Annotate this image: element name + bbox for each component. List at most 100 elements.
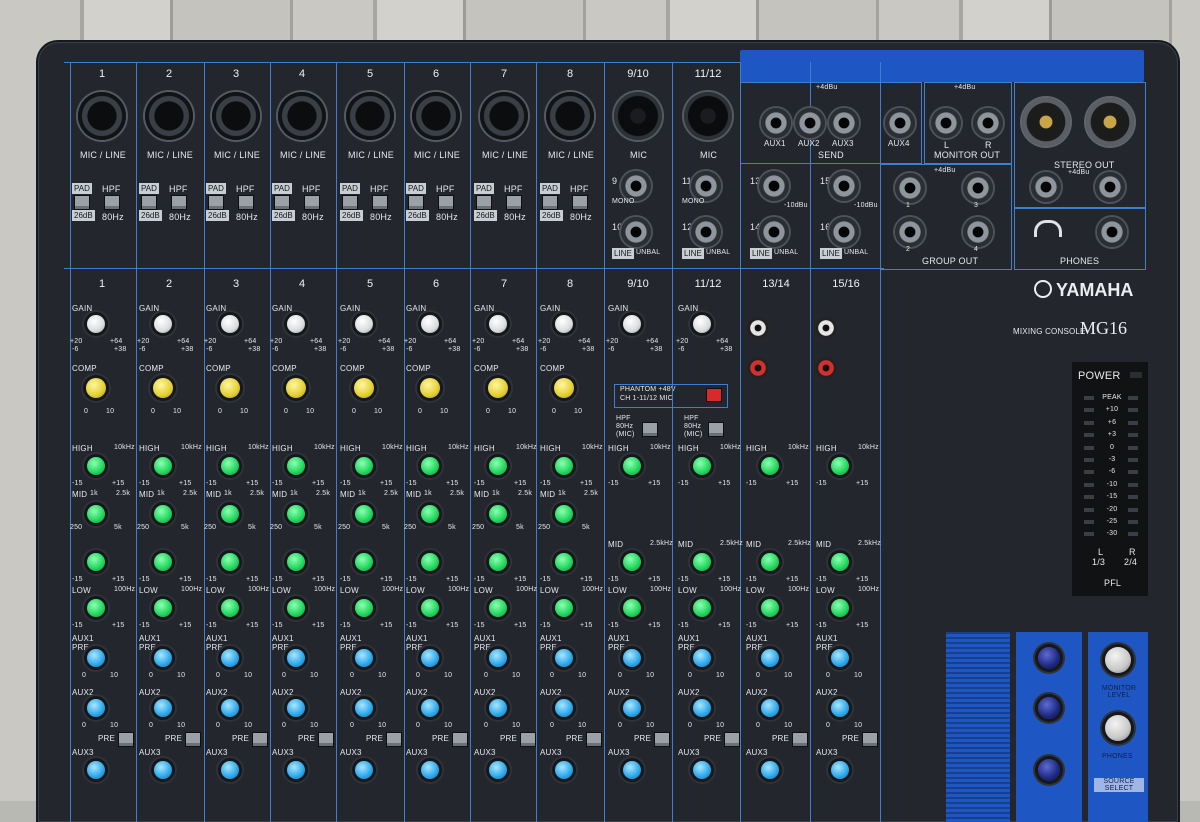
- eq-knob[interactable]: [761, 553, 779, 571]
- line-input-jack[interactable]: [621, 217, 651, 247]
- eq-knob[interactable]: [693, 599, 711, 617]
- aux-pre-button[interactable]: [185, 732, 201, 747]
- group-out-jack[interactable]: [895, 217, 925, 247]
- eq-knob[interactable]: [221, 599, 239, 617]
- master-aux2-knob[interactable]: [1038, 697, 1060, 719]
- gain-knob[interactable]: [693, 315, 711, 333]
- eq-knob[interactable]: [154, 457, 172, 475]
- aux-pre-button[interactable]: [654, 732, 670, 747]
- stereo-out-l-xlr[interactable]: [1022, 98, 1070, 146]
- aux-send-jack[interactable]: [795, 108, 825, 138]
- aux2-knob[interactable]: [693, 699, 711, 717]
- aux-pre-button[interactable]: [452, 732, 468, 747]
- combo-jack[interactable]: [346, 92, 394, 140]
- group-out-jack[interactable]: [963, 217, 993, 247]
- line-input-jack[interactable]: [691, 217, 721, 247]
- combo-jack[interactable]: [78, 92, 126, 140]
- aux2-knob[interactable]: [761, 699, 779, 717]
- aux2-knob[interactable]: [421, 699, 439, 717]
- phones-jack[interactable]: [1097, 217, 1127, 247]
- eq-knob[interactable]: [693, 457, 711, 475]
- eq-knob[interactable]: [87, 599, 105, 617]
- eq-knob[interactable]: [421, 457, 439, 475]
- aux-send-jack[interactable]: [829, 108, 859, 138]
- mid-freq-knob[interactable]: [421, 505, 439, 523]
- aux3-knob[interactable]: [693, 761, 711, 779]
- eq-knob[interactable]: [421, 599, 439, 617]
- aux-pre-button[interactable]: [118, 732, 134, 747]
- eq-knob[interactable]: [623, 457, 641, 475]
- eq-knob[interactable]: [154, 553, 172, 571]
- comp-knob[interactable]: [153, 378, 173, 398]
- group-out-jack[interactable]: [963, 173, 993, 203]
- aux-pre-button[interactable]: [586, 732, 602, 747]
- aux-send-jack[interactable]: [761, 108, 791, 138]
- eq-knob[interactable]: [489, 553, 507, 571]
- comp-knob[interactable]: [286, 378, 306, 398]
- pad-button[interactable]: [141, 195, 157, 210]
- aux2-knob[interactable]: [555, 699, 573, 717]
- monitor-out-l-jack[interactable]: [931, 108, 961, 138]
- eq-knob[interactable]: [761, 599, 779, 617]
- eq-knob[interactable]: [489, 457, 507, 475]
- hpf-mic-9-10-button[interactable]: [642, 422, 658, 437]
- eq-knob[interactable]: [221, 457, 239, 475]
- combo-jack[interactable]: [546, 92, 594, 140]
- combo-jack[interactable]: [412, 92, 460, 140]
- eq-knob[interactable]: [355, 599, 373, 617]
- eq-knob[interactable]: [221, 553, 239, 571]
- pad-button[interactable]: [274, 195, 290, 210]
- eq-knob[interactable]: [154, 599, 172, 617]
- mid-freq-knob[interactable]: [154, 505, 172, 523]
- aux-pre-button[interactable]: [252, 732, 268, 747]
- gain-knob[interactable]: [623, 315, 641, 333]
- hpf-button[interactable]: [572, 195, 588, 210]
- gain-knob[interactable]: [489, 315, 507, 333]
- aux2-knob[interactable]: [221, 699, 239, 717]
- aux2-knob[interactable]: [831, 699, 849, 717]
- pad-button[interactable]: [342, 195, 358, 210]
- mid-freq-knob[interactable]: [221, 505, 239, 523]
- rca-15-l[interactable]: [815, 317, 837, 339]
- xlr-mic-input[interactable]: [684, 92, 732, 140]
- aux1-knob[interactable]: [355, 649, 373, 667]
- eq-knob[interactable]: [355, 457, 373, 475]
- stereo-out-r-jack[interactable]: [1095, 172, 1125, 202]
- rca-14-r[interactable]: [747, 357, 769, 379]
- aux2-knob[interactable]: [287, 699, 305, 717]
- aux3-knob[interactable]: [221, 761, 239, 779]
- aux-pre-button[interactable]: [862, 732, 878, 747]
- mid-freq-knob[interactable]: [555, 505, 573, 523]
- aux3-knob[interactable]: [87, 761, 105, 779]
- aux1-knob[interactable]: [221, 649, 239, 667]
- aux2-knob[interactable]: [355, 699, 373, 717]
- eq-knob[interactable]: [287, 457, 305, 475]
- aux3-knob[interactable]: [623, 761, 641, 779]
- line-input-jack[interactable]: [759, 171, 789, 201]
- aux1-knob[interactable]: [761, 649, 779, 667]
- aux2-knob[interactable]: [87, 699, 105, 717]
- eq-knob[interactable]: [87, 457, 105, 475]
- aux1-knob[interactable]: [489, 649, 507, 667]
- eq-knob[interactable]: [693, 553, 711, 571]
- aux1-knob[interactable]: [623, 649, 641, 667]
- eq-knob[interactable]: [87, 553, 105, 571]
- pad-button[interactable]: [476, 195, 492, 210]
- stereo-out-r-xlr[interactable]: [1086, 98, 1134, 146]
- comp-knob[interactable]: [420, 378, 440, 398]
- hpf-button[interactable]: [171, 195, 187, 210]
- aux3-knob[interactable]: [761, 761, 779, 779]
- eq-knob[interactable]: [555, 457, 573, 475]
- eq-knob[interactable]: [355, 553, 373, 571]
- pad-button[interactable]: [208, 195, 224, 210]
- aux1-knob[interactable]: [555, 649, 573, 667]
- aux1-knob[interactable]: [154, 649, 172, 667]
- combo-jack[interactable]: [278, 92, 326, 140]
- line-input-jack[interactable]: [621, 171, 651, 201]
- mid-freq-knob[interactable]: [87, 505, 105, 523]
- eq-knob[interactable]: [489, 599, 507, 617]
- comp-knob[interactable]: [220, 378, 240, 398]
- gain-knob[interactable]: [87, 315, 105, 333]
- aux-send-jack[interactable]: [885, 108, 915, 138]
- eq-knob[interactable]: [761, 457, 779, 475]
